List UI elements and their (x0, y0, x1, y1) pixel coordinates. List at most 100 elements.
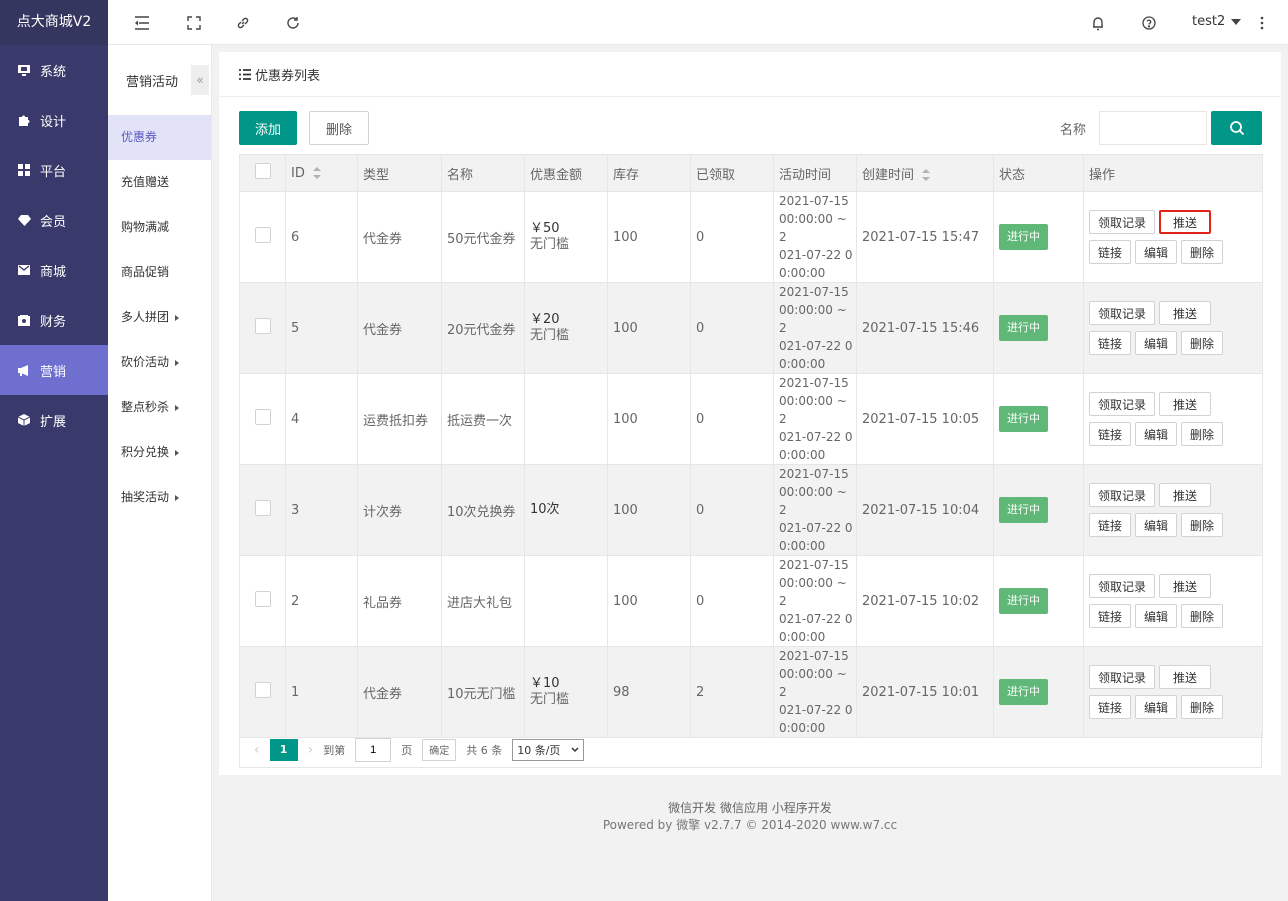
subnav-item-0[interactable]: 优惠券 (108, 115, 211, 160)
edit-button[interactable]: 编辑 (1135, 695, 1178, 719)
next-page-icon[interactable]: › (308, 742, 314, 758)
search-input[interactable] (1099, 111, 1207, 145)
more-vertical-icon[interactable] (1253, 14, 1271, 32)
row-checkbox[interactable] (255, 682, 271, 698)
table-row: 2 礼品券 进店大礼包 100 0 2021-07-15 00:00:00 ~ 2 021-0… (239, 555, 1263, 647)
footer-links[interactable]: 微信开发 微信应用 小程序开发 (212, 800, 1288, 817)
menu-toggle-icon[interactable] (133, 14, 151, 32)
cell-type: 礼品券 (357, 555, 442, 647)
push-button[interactable]: 推送 (1159, 483, 1212, 507)
col-created-time[interactable]: 创建时间 (856, 154, 994, 192)
cell-status: 进行中 (993, 646, 1084, 738)
push-button[interactable]: 推送 (1159, 665, 1212, 689)
nav-item-1[interactable]: 设计 (0, 95, 108, 145)
amount-threshold: 无门槛 (530, 328, 570, 343)
subnav-item-7[interactable]: 积分兑换 (108, 430, 211, 475)
edit-button[interactable]: 编辑 (1135, 604, 1178, 628)
delete-row-button[interactable]: 删除 (1181, 331, 1224, 355)
subnav-item-label: 抽奖活动 (121, 490, 170, 504)
records-button[interactable]: 领取记录 (1089, 210, 1156, 234)
nav-item-3[interactable]: 会员 (0, 195, 108, 245)
subnav-item-label: 砍价活动 (121, 355, 170, 369)
records-button[interactable]: 领取记录 (1089, 301, 1156, 325)
row-checkbox[interactable] (255, 318, 271, 334)
subnav-item-1[interactable]: 充值赠送 (108, 160, 211, 205)
nav-item-label: 商城 (40, 264, 67, 280)
link-button[interactable]: 链接 (1089, 695, 1132, 719)
nav-item-6[interactable]: 营销 (0, 345, 108, 395)
refresh-icon[interactable] (284, 14, 302, 32)
confirm-button[interactable]: 确定 (422, 738, 457, 761)
current-page[interactable]: 1 (269, 738, 298, 761)
subnav-item-label: 充值赠送 (121, 175, 170, 189)
col-activity-time: 活动时间 (773, 154, 857, 192)
page-input[interactable] (355, 737, 392, 762)
cell-actions: 领取记录 推送链接 编辑 删除 (1083, 646, 1263, 738)
link-button[interactable]: 链接 (1089, 513, 1132, 537)
link-button[interactable]: 链接 (1089, 604, 1132, 628)
row-checkbox[interactable] (255, 227, 271, 243)
records-button[interactable]: 领取记录 (1089, 483, 1156, 507)
select-all-checkbox[interactable] (255, 163, 271, 179)
table-row: 1 代金券 10元无门槛 ￥10 无门槛 98 2 2021-07-15 00:00:00 ~ … (239, 646, 1263, 738)
delete-row-button[interactable]: 删除 (1181, 695, 1224, 719)
user-menu[interactable]: test2 (1192, 14, 1242, 29)
delete-row-button[interactable]: 删除 (1181, 422, 1224, 446)
col-id[interactable]: ID (285, 154, 358, 192)
nav-item-5[interactable]: 财务 (0, 295, 108, 345)
row-checkbox[interactable] (255, 500, 271, 516)
amount-threshold: 无门槛 (530, 237, 570, 252)
records-button[interactable]: 领取记录 (1089, 392, 1156, 416)
link-icon[interactable] (234, 14, 252, 32)
cell-status: 进行中 (993, 373, 1084, 465)
subnav-item-6[interactable]: 整点秒杀 (108, 385, 211, 430)
cell-amount: ￥10 无门槛 (524, 646, 608, 738)
delete-row-button[interactable]: 删除 (1181, 513, 1224, 537)
panel-header: 优惠券列表 (219, 52, 1281, 97)
caret-right-icon (175, 359, 180, 366)
nav-item-7[interactable]: 扩展 (0, 395, 108, 445)
col-amount: 优惠金额 (524, 154, 608, 192)
edit-button[interactable]: 编辑 (1135, 513, 1178, 537)
bell-icon[interactable] (1089, 14, 1107, 32)
search-button[interactable] (1211, 111, 1262, 145)
edit-button[interactable]: 编辑 (1135, 331, 1178, 355)
link-button[interactable]: 链接 (1089, 422, 1132, 446)
subnav-item-2[interactable]: 购物满减 (108, 205, 211, 250)
page-size-select[interactable]: 10 条/页 (512, 738, 585, 761)
delete-row-button[interactable]: 删除 (1181, 604, 1224, 628)
help-icon[interactable] (1140, 14, 1158, 32)
delete-button[interactable]: 删除 (309, 111, 369, 145)
push-button[interactable]: 推送 (1159, 574, 1212, 598)
push-button[interactable]: 推送 (1159, 392, 1212, 416)
records-button[interactable]: 领取记录 (1089, 574, 1156, 598)
edit-button[interactable]: 编辑 (1135, 422, 1178, 446)
push-button[interactable]: 推送 (1159, 301, 1212, 325)
add-button[interactable]: 添加 (239, 111, 297, 145)
collapse-sidebar-button[interactable]: « (191, 65, 209, 95)
fullscreen-icon[interactable] (185, 14, 203, 32)
row-checkbox[interactable] (255, 591, 271, 607)
nav-item-2[interactable]: 平台 (0, 145, 108, 195)
sort-icon[interactable] (312, 167, 321, 179)
cell-activity-time: 2021-07-15 00:00:00 ~ 2 021-07-22 0 0:00:00 (773, 646, 857, 738)
link-button[interactable]: 链接 (1089, 331, 1132, 355)
link-button[interactable]: 链接 (1089, 240, 1132, 264)
col-name: 名称 (441, 154, 525, 192)
cell-created-time: 2021-07-15 10:04 (856, 464, 994, 556)
subnav-item-4[interactable]: 多人拼团 (108, 295, 211, 340)
nav-item-0[interactable]: 系统 (0, 45, 108, 95)
prev-page-icon[interactable]: ‹ (254, 742, 260, 758)
subnav-item-3[interactable]: 商品促销 (108, 250, 211, 295)
subnav-item-8[interactable]: 抽奖活动 (108, 475, 211, 520)
nav-item-4[interactable]: 商城 (0, 245, 108, 295)
sort-icon[interactable] (922, 169, 931, 181)
push-button[interactable]: 推送 (1159, 210, 1212, 234)
edit-button[interactable]: 编辑 (1135, 240, 1178, 264)
delete-row-button[interactable]: 删除 (1181, 240, 1224, 264)
row-checkbox[interactable] (255, 409, 271, 425)
cell-id: 5 (285, 282, 358, 374)
records-button[interactable]: 领取记录 (1089, 665, 1156, 689)
cell-activity-time: 2021-07-15 00:00:00 ~ 2 021-07-22 0 0:00:00 (773, 555, 857, 647)
subnav-item-5[interactable]: 砍价活动 (108, 340, 211, 385)
